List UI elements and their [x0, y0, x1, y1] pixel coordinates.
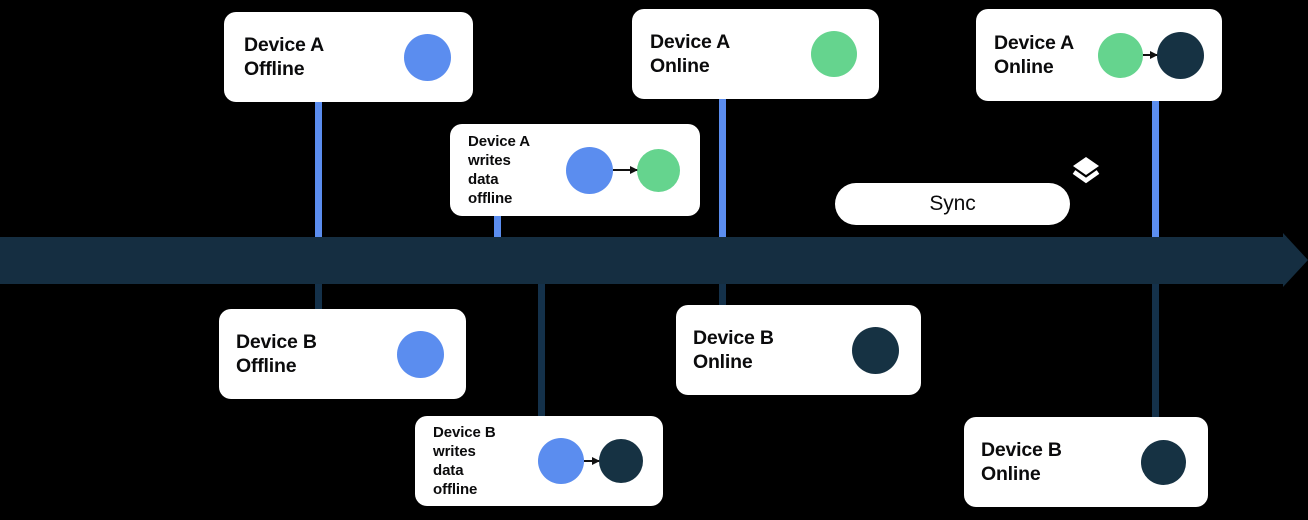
- connector-device-a-online: [719, 99, 726, 244]
- transition-arrow-icon: [1143, 54, 1157, 56]
- status-dot-navy: [1157, 31, 1204, 79]
- status-dots: [811, 31, 857, 77]
- card-label: Device B writes data offline: [433, 424, 496, 498]
- status-dot-blue: [397, 330, 444, 378]
- status-dots: [1098, 31, 1204, 79]
- sync-label: Sync: [929, 192, 976, 215]
- card-device-a-offline[interactable]: Device A Offline: [224, 12, 473, 102]
- layers-icon: [1072, 157, 1100, 184]
- card-device-b-online-synced[interactable]: Device B Online: [964, 417, 1208, 507]
- timeline-axis: [0, 237, 1284, 284]
- status-dot-navy: [852, 326, 899, 374]
- status-dot-green: [1098, 32, 1143, 78]
- card-device-a-online-synced[interactable]: Device A Online: [976, 9, 1222, 101]
- card-label: Device A Online: [994, 32, 1075, 78]
- status-dots: [538, 438, 643, 484]
- card-label: Device B Online: [693, 327, 774, 373]
- status-dot-green: [637, 148, 680, 192]
- status-dot-blue: [538, 438, 584, 484]
- status-dots: [1141, 439, 1186, 485]
- transition-arrow-icon: [613, 169, 637, 171]
- connector-device-b-writes: [538, 278, 545, 420]
- card-label: Device A Offline: [244, 34, 325, 80]
- card-label: Device B Online: [981, 439, 1062, 485]
- diagram-canvas: Device A Offline Device A writes data of…: [0, 0, 1308, 520]
- card-device-b-writes-data-offline[interactable]: Device B writes data offline: [415, 416, 663, 506]
- card-label: Device B Offline: [236, 331, 317, 377]
- status-dot-blue: [566, 146, 613, 194]
- status-dot-navy: [1141, 439, 1186, 485]
- status-dots: [404, 33, 451, 81]
- timeline-arrow-icon: [1283, 233, 1308, 287]
- card-device-a-writes-data-offline[interactable]: Device A writes data offline: [450, 124, 700, 216]
- status-dots: [566, 146, 680, 194]
- card-device-b-offline[interactable]: Device B Offline: [219, 309, 466, 399]
- connector-device-a-offline: [315, 99, 322, 244]
- connector-device-b-online-synced: [1152, 278, 1159, 424]
- transition-arrow-icon: [584, 460, 599, 462]
- card-label: Device A writes data offline: [468, 133, 531, 207]
- status-dot-green: [811, 31, 857, 77]
- card-label: Device A Online: [650, 31, 731, 77]
- status-dot-blue: [404, 33, 451, 81]
- connector-device-a-online-synced: [1152, 99, 1159, 244]
- status-dots: [852, 326, 899, 374]
- status-dots: [397, 330, 444, 378]
- card-device-b-online[interactable]: Device B Online: [676, 305, 921, 395]
- status-dot-navy: [599, 439, 643, 483]
- sync-pill[interactable]: Sync: [835, 183, 1070, 225]
- card-device-a-online[interactable]: Device A Online: [632, 9, 879, 99]
